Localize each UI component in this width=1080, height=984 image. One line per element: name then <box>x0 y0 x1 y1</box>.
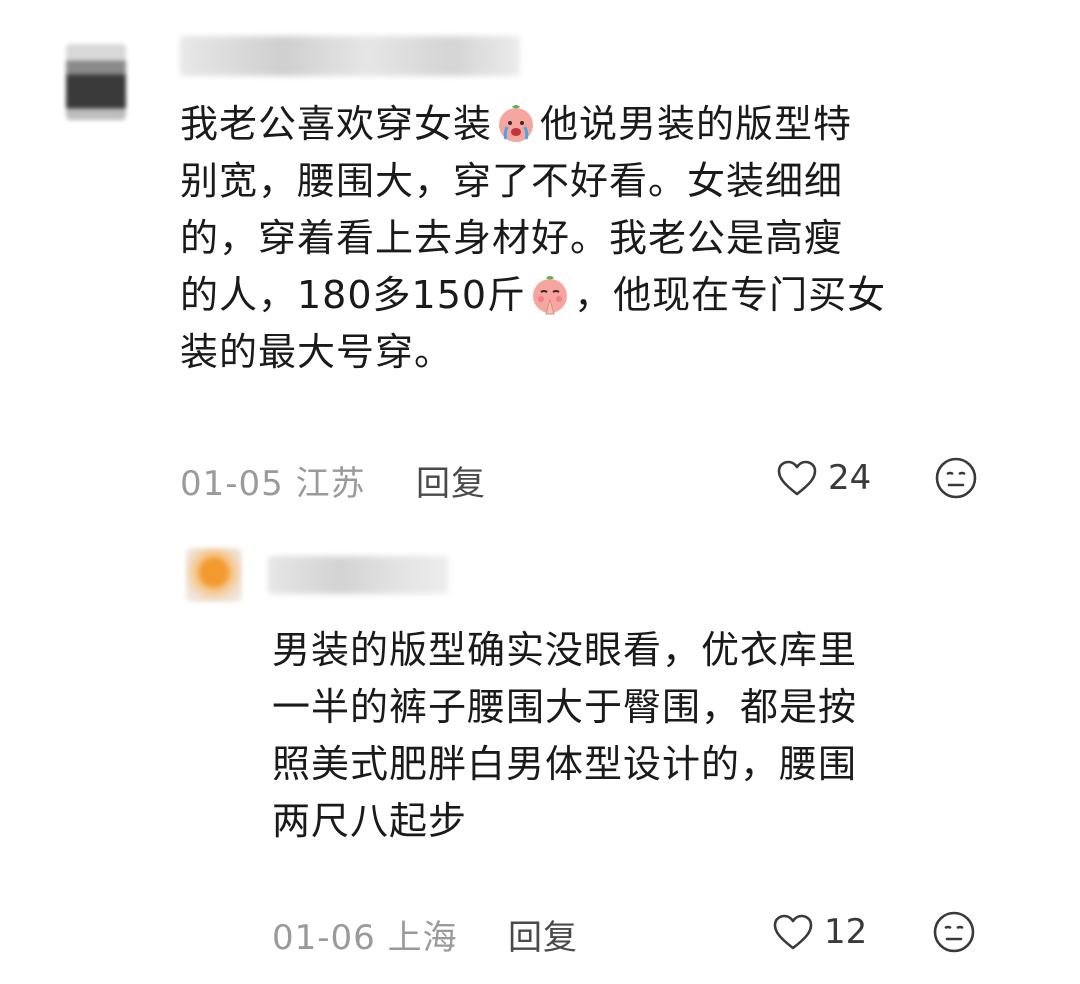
username-blurred[interactable] <box>268 556 448 594</box>
heart-outline-icon <box>773 914 813 950</box>
neutral-face-icon[interactable] <box>932 910 976 954</box>
reply-button[interactable]: 回复 <box>416 456 486 505</box>
comment-line: 别宽，腰围大，穿了不好看。女装细细 <box>180 159 844 203</box>
comment-line: 一半的裤子腰围大于臀围，都是按 <box>272 685 858 729</box>
comment-main: 我老公喜欢穿女装 他说男装的版型特 别宽，腰围大，穿了不好看。女装细细 的，穿着看… <box>0 0 1080 520</box>
comment-line: 男装的版型确实没眼看，优衣库里 <box>272 628 858 672</box>
reply-text: 男装的版型确实没眼看，优衣库里 一半的裤子腰围大于臀围，都是按 照美式肥胖白男体… <box>272 622 1012 850</box>
comment-line: 的人，180多150斤 ，他现在专门买女 <box>180 273 887 317</box>
heart-outline-icon <box>777 460 817 496</box>
like-count: 24 <box>828 458 872 498</box>
reply-button[interactable]: 回复 <box>508 910 578 959</box>
comment-date-location: 01-06 上海 <box>272 918 458 958</box>
crying-emoji-icon <box>499 105 534 142</box>
avatar[interactable] <box>186 548 242 602</box>
comment-line: 装的最大号穿。 <box>180 330 454 374</box>
avatar[interactable] <box>66 44 126 120</box>
comment-line: 两尺八起步 <box>272 799 468 843</box>
like-button[interactable]: 12 <box>772 908 867 956</box>
comment-line: 照美式肥胖白男体型设计的，腰围 <box>272 742 858 786</box>
comment-meta: 01-06 上海 回复 12 <box>272 902 1002 962</box>
comment-meta: 01-05 江苏 回复 24 <box>180 448 1000 508</box>
comment-line: 我老公喜欢穿女装 他说男装的版型特 <box>180 102 853 146</box>
comment-line: 的，穿着看上去身材好。我老公是高瘦 <box>180 216 844 260</box>
neutral-face-icon[interactable] <box>934 456 978 500</box>
like-count: 12 <box>824 912 868 952</box>
praying-emoji-icon <box>533 276 568 315</box>
like-button[interactable]: 24 <box>776 454 871 502</box>
comment-text: 我老公喜欢穿女装 他说男装的版型特 别宽，腰围大，穿了不好看。女装细细 的，穿着看… <box>180 96 1010 381</box>
username-blurred[interactable] <box>180 36 520 76</box>
comment-date-location: 01-05 江苏 <box>180 464 366 504</box>
